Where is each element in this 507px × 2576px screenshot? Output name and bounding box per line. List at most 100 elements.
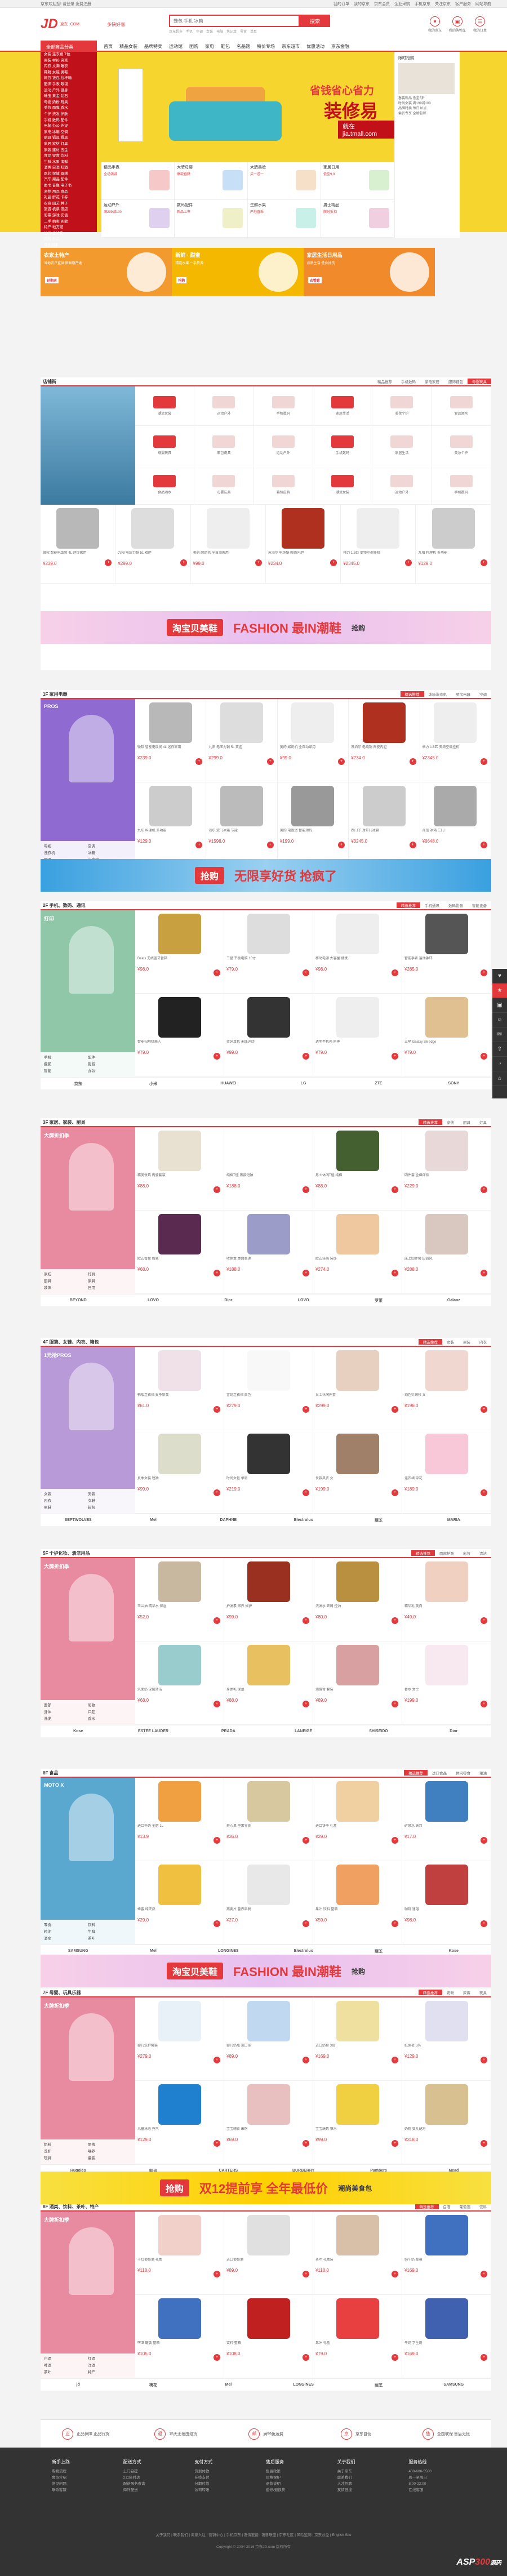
footer-link[interactable]: 联系客服	[52, 2487, 123, 2493]
add-to-cart-icon[interactable]: +	[303, 2057, 309, 2063]
product-card[interactable]: 纯色针织衫 女 ¥196.0 +	[402, 1347, 491, 1430]
product-card[interactable]: 洗面奶 深层清洁 ¥68.0 +	[135, 1641, 224, 1725]
product-card[interactable]: 苏泊尔 电炖锅 陶瓷内胆 ¥234.0 +	[265, 505, 341, 584]
brand-logo[interactable]: 罗莱	[341, 1298, 416, 1303]
product-card[interactable]: 洗发水 去屑 控油 ¥80.0 +	[313, 1558, 402, 1641]
floor-feature[interactable]: MOTO X 零食 饮料 粮油 生鲜 酒水 茶叶	[41, 1778, 135, 1945]
brand-logo[interactable]: 丽芝	[341, 2382, 416, 2388]
brand-logo[interactable]: SHISEIDO	[341, 1729, 416, 1733]
floor-tab[interactable]: 男装	[459, 1339, 475, 1345]
add-to-cart-icon[interactable]: +	[303, 1186, 309, 1193]
brand-logo[interactable]: LOVO	[115, 1298, 190, 1302]
category-item[interactable]: 内衣 文胸 睡衣	[41, 64, 97, 70]
brand-logo[interactable]: LOVO	[266, 1298, 341, 1302]
add-to-cart-icon[interactable]: +	[480, 559, 487, 566]
brand-logo[interactable]: Dior	[416, 1729, 491, 1733]
category-item[interactable]: 珠宝 黄金 钻石	[41, 94, 97, 100]
category-item[interactable]: 厨具 锅具 餐具	[41, 135, 97, 141]
footer-link[interactable]: 会员介绍	[52, 2475, 123, 2481]
side-ad-text[interactable]: 会员专享 全场包邮	[398, 112, 456, 117]
product-card[interactable]: 格力 1.5匹 变频空调挂机 ¥2345.0 +	[341, 505, 416, 584]
sub-ad[interactable]: 运动户外 满299减100	[101, 200, 175, 238]
sub-ad[interactable]: 数码配件 新品上市	[175, 200, 248, 238]
product-card[interactable]: 夏季女装 短袖 ¥99.0 +	[135, 1430, 224, 1514]
category-item[interactable]: 美妆 面膜 香水	[41, 105, 97, 112]
floor-category-link[interactable]: 洗衣机	[44, 850, 88, 857]
floor-category-link[interactable]: 特产	[88, 2369, 132, 2376]
add-to-cart-icon[interactable]: +	[392, 969, 398, 976]
hot-keyword[interactable]: 京东超市	[169, 30, 183, 34]
product-card[interactable]: 婴儿洗护套装 ¥279.0 +	[135, 1997, 224, 2081]
brand-logo[interactable]: Kose	[41, 1729, 115, 1733]
floor-category-link[interactable]: 啤酒	[44, 2363, 88, 2369]
add-to-cart-icon[interactable]: +	[303, 1837, 309, 1844]
product-card[interactable]: 海尔 双门冰箱 节能 ¥1598.0 +	[206, 782, 278, 866]
category-item[interactable]: 箱包 钱包 拉杆箱	[41, 75, 97, 82]
add-to-cart-icon[interactable]: +	[338, 758, 345, 765]
brand-logo[interactable]: LONGINES	[191, 1949, 266, 1953]
product-card[interactable]: 智能手表 运动手环 ¥285.0 +	[402, 910, 491, 994]
add-to-cart-icon[interactable]: +	[481, 1617, 487, 1624]
side-ad-text[interactable]: 春装新品 低至5折	[398, 96, 456, 101]
add-to-cart-icon[interactable]: +	[214, 1186, 220, 1193]
brand-logo[interactable]: SEPTWOLVES	[41, 1518, 115, 1522]
add-to-cart-icon[interactable]: +	[303, 969, 309, 976]
floor-tab[interactable]: 尿裤	[459, 1990, 475, 1995]
category-item[interactable]: 男装 衬衫 夹克	[41, 58, 97, 64]
product-card[interactable]: 进口奶粉 3段 ¥169.0 +	[313, 1997, 402, 2081]
product-card[interactable]: 矿泉水 天然 ¥17.0 +	[402, 1778, 491, 1861]
promo-tag[interactable]: 抢购	[176, 277, 187, 283]
floor-category-link[interactable]: 内衣	[44, 1498, 88, 1505]
add-to-cart-icon[interactable]: +	[481, 2354, 487, 2361]
footer-link[interactable]: 海外配送	[123, 2487, 195, 2493]
product-card[interactable]: 九阳 电压力锅 5L 双胆 ¥299.0 +	[115, 505, 191, 584]
floor-category-link[interactable]: 童装	[88, 2155, 132, 2162]
footer-link[interactable]: 211限时达	[123, 2475, 195, 2481]
add-to-cart-icon[interactable]: +	[481, 2271, 487, 2277]
floor-tab[interactable]: 精选推荐	[404, 1770, 428, 1776]
brand-logo[interactable]: SAMSUNG	[416, 2383, 491, 2387]
floor-feature[interactable]: 大牌折扣季 奶粉 尿裤 洗护 喂养 玩具 童装	[41, 1997, 135, 2164]
footer-link[interactable]: 在线客服	[408, 2487, 480, 2493]
product-card[interactable]: 九阳 电压力锅 5L 双胆 ¥299.0 +	[206, 699, 278, 782]
sub-ad[interactable]: 精品手表 全场满减	[101, 162, 175, 200]
add-to-cart-icon[interactable]: +	[303, 1920, 309, 1927]
toolbar-icon[interactable]: ◔	[492, 1057, 507, 1071]
add-to-cart-icon[interactable]: +	[392, 1837, 398, 1844]
product-card[interactable]: 三星 Galaxy S6 edge ¥79.0 +	[402, 994, 491, 1077]
add-to-cart-icon[interactable]: +	[392, 2057, 398, 2063]
toolbar-icon[interactable]: ▣	[492, 998, 507, 1013]
floor-tab[interactable]: 精选推荐	[411, 1550, 435, 1556]
shop-tile[interactable]: 家居生活	[313, 386, 373, 426]
shop-tile[interactable]: 箱包皮具	[254, 465, 313, 505]
nav-item[interactable]: 精品女装	[119, 43, 137, 50]
product-card[interactable]: 精华乳 美白 ¥49.0 +	[402, 1558, 491, 1641]
add-to-cart-icon[interactable]: +	[303, 1270, 309, 1276]
product-card[interactable]: 茶叶 礼盒装 ¥118.0 +	[313, 2212, 402, 2295]
product-card[interactable]: 果汁 礼盒 ¥79.0 +	[313, 2295, 402, 2378]
add-to-cart-icon[interactable]: +	[481, 1053, 487, 1060]
floor-tab[interactable]: 精选推荐	[400, 691, 424, 697]
floor-category-link[interactable]: 家具	[88, 1278, 132, 1285]
add-to-cart-icon[interactable]: +	[303, 1053, 309, 1060]
brand-logo[interactable]: Electrolux	[266, 1949, 341, 1953]
category-item[interactable]: 手机 数码 配件	[41, 118, 97, 124]
add-to-cart-icon[interactable]: +	[409, 842, 416, 848]
product-card[interactable]: 香水 女士 ¥199.0 +	[402, 1641, 491, 1725]
product-card[interactable]: 微软 智能电饭煲 4L 迷你家用 ¥239.0 +	[41, 505, 116, 584]
hero-banner[interactable]: 省钱省心省力 装修易 就在 jia.tmall.com	[101, 52, 394, 162]
add-to-cart-icon[interactable]: +	[481, 1406, 487, 1413]
nav-item[interactable]: 运动馆	[169, 43, 183, 50]
category-item[interactable]: 运动 户外 健身	[41, 88, 97, 94]
add-to-cart-icon[interactable]: +	[392, 1920, 398, 1927]
product-card[interactable]: 长款风衣 女 ¥199.0 +	[313, 1430, 402, 1514]
product-card[interactable]: 时尚女包 单肩 ¥219.0 +	[224, 1430, 313, 1514]
add-to-cart-icon[interactable]: +	[180, 559, 187, 566]
add-to-cart-icon[interactable]: +	[409, 758, 416, 765]
floor-category-link[interactable]: 影音	[88, 1061, 132, 1068]
promo-banner[interactable]: 抢购 双12提前享 全年最低价 潮尚美食包	[41, 2172, 491, 2204]
product-card[interactable]: 进口饼干 礼盒 ¥29.0 +	[313, 1778, 402, 1861]
header-shortcut[interactable]: ☰ 我的订单	[469, 16, 491, 33]
nav-item[interactable]: 京东金融	[331, 43, 349, 50]
floor-feature[interactable]: PROS电视空调洗衣机冰箱厨卫小家电	[41, 699, 135, 866]
